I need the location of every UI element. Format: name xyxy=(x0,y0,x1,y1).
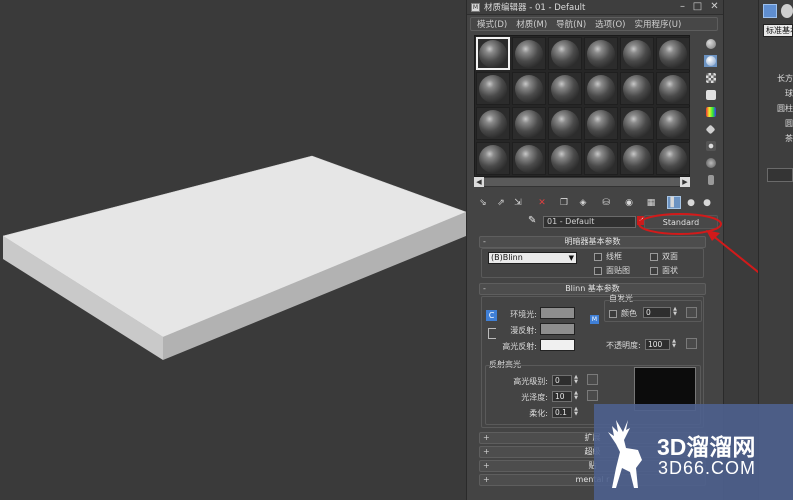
create-tab-icon[interactable] xyxy=(763,4,777,18)
checkbox-box xyxy=(609,309,617,318)
opacity-label: 不透明度: xyxy=(606,341,641,350)
face-map-checkbox[interactable]: 面贴图 xyxy=(594,265,630,276)
chevron-down-icon: ▼ xyxy=(568,254,574,262)
spinner-value: 0 xyxy=(555,376,560,385)
collapse-icon: - xyxy=(483,237,486,246)
checkbox-box xyxy=(650,252,658,261)
shader-type-dropdown[interactable]: (B)Blinn ▼ xyxy=(488,252,577,264)
self-illum-color-checkbox[interactable]: 颜色 xyxy=(609,308,637,319)
checkbox-box xyxy=(650,266,658,275)
checkbox-label: 面贴图 xyxy=(606,266,630,275)
glossiness-label: 光泽度: xyxy=(521,393,548,402)
torus-button[interactable]: 圆 xyxy=(762,118,793,129)
checkbox-label: 双面 xyxy=(662,252,678,261)
spinner-arrows-icon: ▲ ▼ xyxy=(574,390,578,401)
watermark-banner: 3D溜溜网 3D66.COM xyxy=(594,404,793,500)
shader-rollout-title: 明暗器基本参数 xyxy=(564,237,621,246)
watermark-title: 3D溜溜网 xyxy=(657,434,756,460)
spinner-arrows-icon: ▲ ▼ xyxy=(673,306,677,317)
geometry-icon[interactable] xyxy=(781,4,793,18)
faceted-checkbox[interactable]: 面状 xyxy=(650,265,678,276)
expand-icon: + xyxy=(483,461,490,470)
teapot-button[interactable]: 茶 xyxy=(762,133,793,144)
self-illum-spinner[interactable]: 0 ▲ ▼ xyxy=(643,307,677,318)
deer-logo-icon xyxy=(608,420,642,488)
soften-spinner[interactable]: 0.1 ▲ ▼ xyxy=(552,407,578,418)
specular-level-label: 高光级别: xyxy=(513,377,548,386)
checkbox-box xyxy=(594,252,602,261)
shader-type-value: (B)Blinn xyxy=(491,253,523,262)
shader-rollout-header[interactable]: - 明暗器基本参数 xyxy=(479,236,706,248)
spinner-value: 0.1 xyxy=(555,408,567,417)
spinner-value: 10 xyxy=(555,392,565,401)
ambient-label: 环境光: xyxy=(510,310,537,319)
spinner-arrows-icon: ▲ ▼ xyxy=(672,338,676,349)
diffuse-map-button[interactable]: M xyxy=(590,315,599,324)
watermark-url: 3D66.COM xyxy=(658,458,757,478)
expand-icon: + xyxy=(483,433,490,442)
soften-label: 柔化: xyxy=(529,409,548,418)
wire-checkbox[interactable]: 线框 xyxy=(594,251,622,262)
glossiness-spinner[interactable]: 10 ▲ ▼ xyxy=(552,391,578,402)
sphere-button[interactable]: 球 xyxy=(762,88,793,99)
checkbox-label: 面状 xyxy=(662,266,678,275)
box-button[interactable]: 长方 xyxy=(762,73,793,84)
diffuse-label: 漫反射: xyxy=(510,326,537,335)
expand-icon: + xyxy=(483,475,490,484)
two-sided-checkbox[interactable]: 双面 xyxy=(650,251,678,262)
specular-color-swatch[interactable] xyxy=(540,339,575,351)
spinner-arrows-icon: ▲ ▼ xyxy=(574,374,578,385)
specular-level-map-button[interactable] xyxy=(587,374,598,385)
checkbox-box xyxy=(594,266,602,275)
lock-ambient-button[interactable]: C xyxy=(486,310,497,321)
blinn-rollout-title: Blinn 基本参数 xyxy=(565,284,620,293)
specular-label: 高光反射: xyxy=(502,342,537,351)
object-type-dropdown[interactable]: 标准基本 xyxy=(763,24,793,37)
opacity-spinner[interactable]: 100 ▲ ▼ xyxy=(645,339,676,350)
opacity-map-button[interactable] xyxy=(686,338,697,349)
spinner-value: 100 xyxy=(648,340,663,349)
spinner-arrows-icon: ▲ ▼ xyxy=(574,406,578,417)
name-color-field[interactable] xyxy=(767,168,793,182)
cylinder-button[interactable]: 圆柱 xyxy=(762,103,793,114)
self-illum-map-button[interactable] xyxy=(686,307,697,318)
blinn-rollout-header[interactable]: - Blinn 基本参数 xyxy=(479,283,706,295)
lock-bracket-icon xyxy=(488,328,496,339)
ambient-color-swatch[interactable] xyxy=(540,307,575,319)
spinner-value: 0 xyxy=(646,308,651,317)
glossiness-map-button[interactable] xyxy=(587,390,598,401)
expand-icon: + xyxy=(483,447,490,456)
specular-level-spinner[interactable]: 0 ▲ ▼ xyxy=(552,375,578,386)
diffuse-color-swatch[interactable] xyxy=(540,323,575,335)
collapse-icon: - xyxy=(483,284,486,293)
checkbox-label: 颜色 xyxy=(621,309,637,318)
checkbox-label: 线框 xyxy=(606,252,622,261)
